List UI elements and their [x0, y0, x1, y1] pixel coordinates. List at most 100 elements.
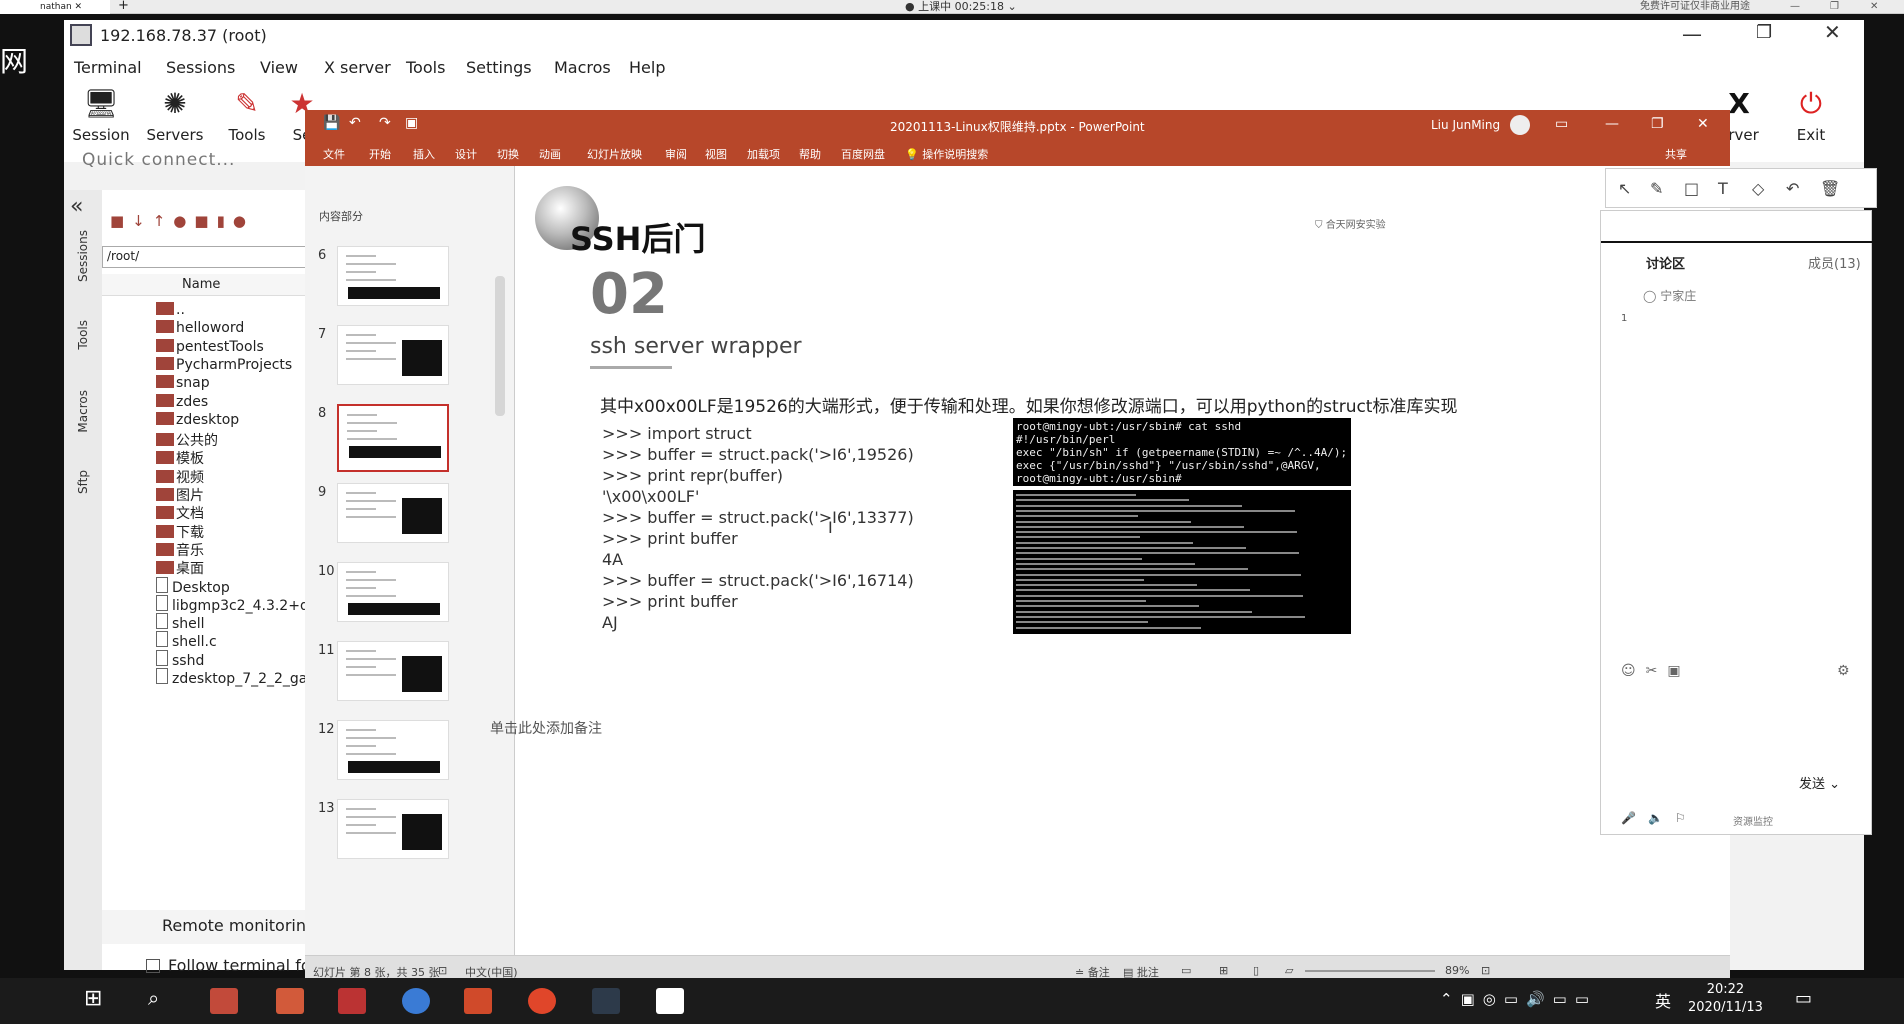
ppt-user[interactable]: Liu JunMing [1431, 118, 1500, 132]
undo-icon[interactable]: ↶ [349, 115, 361, 131]
menu-settings[interactable]: Settings [466, 58, 532, 77]
tab-review[interactable]: 审阅 [665, 146, 687, 162]
pointer-icon[interactable]: ↖ [1618, 179, 1631, 198]
tab-transitions[interactable]: 切换 [497, 146, 519, 162]
code-line[interactable]: >>> import struct [602, 424, 752, 443]
code-line[interactable]: >>> buffer = struct.pack('>I6',19526) [602, 445, 914, 464]
trash-icon[interactable]: 🗑 [1820, 179, 1840, 198]
slide-intro-text[interactable]: 其中x00x00LF是19526的大端形式，便于传输和处理。如果你想修改源端口，… [600, 392, 1457, 417]
restore-icon[interactable]: ❐ [1830, 0, 1839, 14]
tab-animations[interactable]: 动画 [539, 146, 561, 162]
ppt-restore-icon[interactable]: ❐ [1651, 116, 1664, 132]
slide-thumbnail[interactable] [337, 720, 449, 780]
slide-number[interactable]: 02 [590, 262, 668, 327]
foxit-taskbar-icon[interactable] [656, 988, 684, 1014]
tab-members[interactable]: 成员(13) [1808, 253, 1861, 272]
tab-file[interactable]: 文件 [323, 146, 345, 162]
zoom-level[interactable]: 89% [1445, 964, 1469, 977]
slide-thumbnail[interactable] [337, 483, 449, 543]
app2-taskbar-icon[interactable] [338, 988, 366, 1014]
minimize-icon[interactable]: — [1790, 0, 1800, 14]
checkbox-box[interactable] [146, 959, 160, 973]
redo-icon[interactable]: ↷ [379, 115, 391, 131]
side-tab-sessions[interactable]: Sessions [76, 230, 90, 282]
menu-macros[interactable]: Macros [554, 58, 611, 77]
code-line[interactable]: >>> print buffer [602, 529, 738, 548]
collapse-icon[interactable]: « [70, 194, 83, 219]
eraser-icon[interactable]: ◇ [1752, 179, 1764, 198]
side-tab-sftp[interactable]: Sftp [76, 470, 90, 494]
tab-addins[interactable]: 加载项 [747, 146, 780, 162]
fit-slide-icon[interactable]: ⊡ [1481, 964, 1490, 977]
slide-thumbnail[interactable] [337, 562, 449, 622]
ime-indicator[interactable]: 英 [1655, 988, 1671, 1012]
normal-view-icon[interactable]: ▭ [1181, 964, 1191, 977]
tab-design[interactable]: 设计 [455, 146, 477, 162]
new-tab-icon[interactable]: + [118, 0, 129, 13]
sftp-toolbar[interactable]: ■↓↑●■▮● [110, 212, 254, 230]
tab-help[interactable]: 帮助 [799, 146, 821, 162]
slide-thumbnail[interactable] [337, 799, 449, 859]
slide-title[interactable]: SSH后门 [570, 214, 705, 260]
notification-icon[interactable]: ▭ [1795, 988, 1812, 1009]
pen-icon[interactable]: ✎ [1650, 179, 1663, 198]
ppt-minimize-icon[interactable]: — [1605, 116, 1619, 132]
terminal-taskbar-icon[interactable] [592, 988, 620, 1014]
code-line[interactable]: >>> print buffer [602, 592, 738, 611]
send-button[interactable]: 发送 ⌄ [1799, 773, 1840, 792]
edge-taskbar-icon[interactable] [402, 988, 430, 1014]
tab-slideshow[interactable]: 幻灯片放映 [587, 146, 642, 162]
slideshow-view-icon[interactable]: ▱ [1285, 964, 1293, 977]
avatar[interactable] [1510, 115, 1530, 135]
moba-minimize-icon[interactable]: — [1682, 22, 1702, 46]
menu-terminal[interactable]: Terminal [74, 58, 142, 77]
tab-insert[interactable]: 插入 [413, 146, 435, 162]
code-line[interactable]: '\x00\x00LF' [602, 487, 699, 506]
tab-home[interactable]: 开始 [369, 146, 391, 162]
media-controls[interactable]: 🎤🔈⚐ [1621, 811, 1698, 825]
slide-thumbnail[interactable] [337, 246, 449, 306]
system-clock[interactable]: 20:22 2020/11/13 [1688, 981, 1763, 1017]
browser-tab[interactable]: nathan ✕ [0, 0, 110, 14]
rectangle-icon[interactable]: □ [1684, 179, 1699, 198]
resource-monitor[interactable]: 资源监控 [1733, 813, 1773, 828]
thumbs-scrollbar[interactable] [495, 276, 505, 416]
windows-start-icon[interactable]: ⊞ [84, 986, 102, 1011]
present-icon[interactable]: ▣ [405, 115, 418, 131]
menu-xserver[interactable]: X server [324, 58, 391, 77]
system-tray[interactable]: ⌃▣◎▭🔊▭▭ [1440, 990, 1597, 1008]
menu-view[interactable]: View [260, 58, 298, 77]
tab-view[interactable]: 视图 [705, 146, 727, 162]
code-line[interactable]: >>> buffer = struct.pack('>I6',16714) [602, 571, 914, 590]
mobaxterm-taskbar-icon[interactable] [210, 988, 238, 1014]
zoom-slider[interactable] [1305, 970, 1435, 972]
exit-button[interactable]: ⏻ Exit [1776, 82, 1846, 162]
tab-discussion[interactable]: 讨论区 [1646, 253, 1685, 272]
code-line[interactable]: 4A [602, 550, 623, 569]
menu-tools[interactable]: Tools [406, 58, 445, 77]
undo-annotation-icon[interactable]: ↶ [1786, 179, 1799, 198]
ppt-close-icon[interactable]: ✕ [1697, 116, 1709, 132]
powerpoint-taskbar-icon[interactable] [464, 988, 492, 1014]
quick-connect-input[interactable]: Quick connect... [82, 150, 235, 170]
tell-me-search[interactable]: 💡 操作说明搜索 [905, 146, 988, 162]
menu-help[interactable]: Help [629, 58, 665, 77]
side-tab-tools[interactable]: Tools [76, 320, 90, 350]
accessibility-icon[interactable]: ⊡ [438, 964, 447, 977]
sorter-view-icon[interactable]: ⊞ [1219, 964, 1228, 977]
save-icon[interactable]: 💾 [323, 115, 340, 131]
chrome-taskbar-icon[interactable] [528, 988, 556, 1014]
code-line[interactable]: >>> buffer = struct.pack('>I6',13377) [602, 508, 914, 527]
chat-tools[interactable]: ☺✂▣ [1621, 663, 1691, 679]
share-button[interactable]: 共享 [1665, 146, 1687, 162]
slide-thumbnail[interactable] [337, 325, 449, 385]
notes-placeholder[interactable]: 单击此处添加备注 [490, 718, 602, 738]
slide-thumbnail[interactable] [337, 641, 449, 701]
app-taskbar-icon[interactable] [276, 988, 304, 1014]
tab-baidu[interactable]: 百度网盘 [841, 146, 885, 162]
ribbon-display-icon[interactable]: ▭ [1555, 116, 1568, 132]
close-window-icon[interactable]: ✕ [1870, 0, 1878, 14]
text-icon[interactable]: T [1718, 179, 1728, 198]
menu-sessions[interactable]: Sessions [166, 58, 235, 77]
moba-restore-icon[interactable]: ❐ [1756, 22, 1772, 43]
